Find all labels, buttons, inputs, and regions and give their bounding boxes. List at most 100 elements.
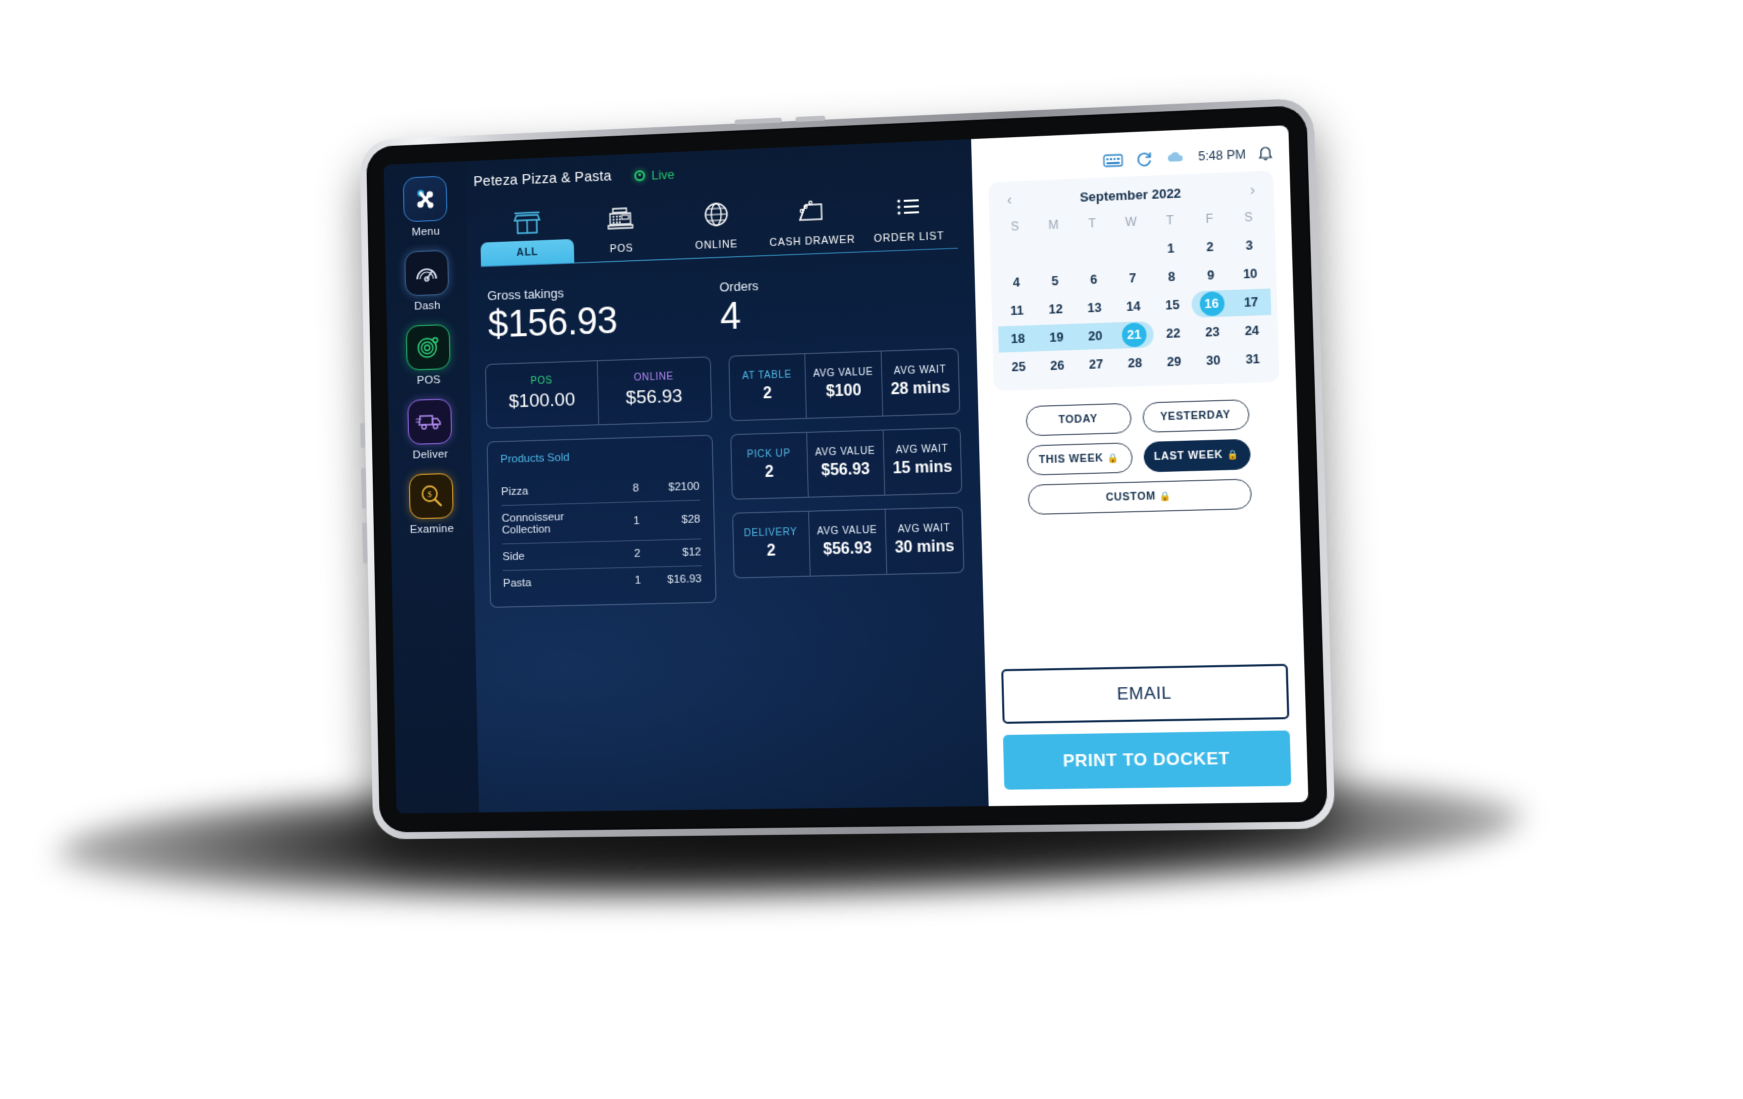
gauge-icon (404, 249, 450, 297)
cloud-icon[interactable] (1165, 150, 1186, 165)
svg-text:$: $ (427, 490, 432, 500)
calendar-blank (1073, 238, 1113, 266)
calendar-day-10[interactable]: 10 (1230, 260, 1270, 288)
chip-label: THIS WEEK (1038, 452, 1104, 467)
calendar-day-22[interactable]: 22 (1153, 320, 1193, 348)
calendar-day-29[interactable]: 29 (1154, 348, 1194, 376)
avg-value: $56.93 (822, 539, 873, 559)
sync-icon[interactable] (1136, 150, 1154, 168)
calendar-day-8[interactable]: 8 (1152, 263, 1192, 291)
calendar-day-26[interactable]: 26 (1038, 352, 1077, 379)
status-badge: Live (651, 166, 675, 183)
avg-value: $100 (825, 381, 862, 401)
calendar-day-12[interactable]: 12 (1036, 296, 1075, 324)
calendar-day-15[interactable]: 15 (1153, 291, 1193, 319)
chip-label: LAST WEEK (1153, 448, 1224, 463)
calendar-day-13[interactable]: 13 (1075, 294, 1115, 322)
lock-icon: 🔒 (1226, 448, 1240, 460)
calendar-day-11[interactable]: 11 (997, 297, 1036, 324)
product-amount: $2100 (668, 480, 700, 494)
sidebar-item-dash[interactable]: Dash (385, 249, 468, 314)
calendar-day-28[interactable]: 28 (1115, 349, 1155, 377)
calendar-day-3[interactable]: 3 (1229, 232, 1269, 260)
chip-custom[interactable]: CUSTOM 🔒 (1027, 478, 1252, 515)
calendar-day-9[interactable]: 9 (1191, 262, 1231, 290)
calendar-day-14[interactable]: 14 (1114, 293, 1154, 321)
keyboard-icon[interactable] (1103, 153, 1124, 168)
delivery-van-icon (407, 398, 453, 445)
calendar-day-5[interactable]: 5 (1035, 267, 1074, 295)
order-type-avg-wait: AVG WAIT 15 mins (882, 427, 962, 495)
store-name: Peteza Pizza & Pasta (473, 168, 612, 191)
calendar-day-23[interactable]: 23 (1193, 318, 1233, 346)
calendar-day-21[interactable]: 21 (1114, 321, 1155, 349)
product-qty: 8 (632, 482, 640, 495)
order-type-avg-value: AVG VALUE $56.93 (807, 509, 887, 576)
tab-all[interactable]: ALL (480, 202, 575, 268)
calendar-day-17[interactable]: 17 (1230, 288, 1272, 317)
avg-wait: 30 mins (894, 537, 955, 557)
calendar-day-1[interactable]: 1 (1151, 235, 1191, 263)
tab-cash-drawer[interactable]: CASH DRAWER (763, 190, 861, 256)
calendar-blank (1112, 236, 1152, 264)
order-type-avg-value: AVG VALUE $100 (803, 351, 883, 418)
kpi-orders: Orders 4 (719, 271, 958, 340)
channel-value: $100.00 (508, 389, 576, 413)
magnifier-dollar-icon: $ (408, 472, 454, 520)
calendar-day-27[interactable]: 27 (1076, 351, 1116, 379)
print-to-docket-button[interactable]: PRINT TO DOCKET (1002, 730, 1292, 790)
product-name: Pizza (500, 485, 529, 498)
chip-today[interactable]: TODAY (1025, 402, 1132, 437)
sidebar-item-menu[interactable]: Menu (384, 175, 467, 240)
tab-pos[interactable]: POS (573, 198, 669, 264)
sidebar-item-deliver[interactable]: Deliver (388, 398, 471, 462)
calendar-day-2[interactable]: 2 (1190, 233, 1230, 261)
avg-wait: 28 mins (890, 379, 951, 398)
product-qty: 2 (634, 547, 641, 560)
chevron-left-icon[interactable]: ‹ (1003, 191, 1017, 209)
chip-yesterday[interactable]: YESTERDAY (1141, 399, 1250, 433)
tab-online[interactable]: ONLINE (668, 194, 765, 260)
tablet-volume-down-button (362, 522, 368, 564)
product-amount: $16.93 (667, 572, 702, 586)
calendar-grid: S M T W T F S 1 2 3 4 5 6 7 8 9 10 11 12 13 14 15 16 17 18 19 20 21… (995, 206, 1273, 380)
order-type-label: AT TABLE (742, 369, 792, 382)
email-button[interactable]: EMAIL (1001, 663, 1290, 724)
sidebar-item-pos[interactable]: POS (387, 323, 470, 387)
kpi-value: $156.93 (487, 300, 618, 347)
calendar-day-24[interactable]: 24 (1232, 317, 1272, 345)
calendar-blank (1034, 239, 1073, 267)
live-status: Live (634, 166, 675, 183)
calendar-dow-5: F (1205, 211, 1214, 226)
calendar-day-16[interactable]: 16 (1191, 289, 1232, 318)
bell-icon[interactable] (1258, 145, 1273, 162)
sidebar-item-label: Dash (414, 299, 441, 313)
sidebar-item-label: Examine (409, 523, 455, 536)
calendar-day-18[interactable]: 18 (998, 325, 1038, 353)
calendar-day-20[interactable]: 20 (1075, 322, 1116, 350)
chip-this-week[interactable]: THIS WEEK 🔒 (1026, 442, 1133, 476)
sidebar-item-examine[interactable]: $ Examine (390, 472, 473, 536)
tablet-volume-up-button (361, 467, 367, 509)
order-type-avg-value: AVG VALUE $56.93 (805, 430, 885, 497)
sidebar-item-label: POS (416, 374, 441, 387)
report-panel: 5:48 PM ‹ September 2022 › S M T W T F S… (971, 125, 1309, 807)
calendar-day-4[interactable]: 4 (997, 269, 1036, 297)
calendar-day-6[interactable]: 6 (1074, 266, 1114, 294)
tab-order-list[interactable]: ORDER LIST (859, 186, 958, 253)
calendar-day-7[interactable]: 7 (1113, 264, 1153, 292)
avg-value-label: AVG VALUE (816, 524, 878, 538)
chevron-right-icon[interactable]: › (1246, 181, 1260, 199)
product-name: Connoisseur Collection (501, 510, 565, 537)
product-name: Side (502, 550, 525, 563)
order-type-value: 2 (766, 542, 776, 560)
live-dot-icon (634, 169, 646, 181)
chip-last-week[interactable]: LAST WEEK 🔒 (1142, 438, 1251, 473)
chip-label: TODAY (1058, 412, 1098, 427)
order-type-card-pick-up: PICK UP 2 AVG VALUE $56.93 AVG WAIT 15 m… (729, 426, 963, 500)
calendar-day-25[interactable]: 25 (999, 353, 1038, 380)
calendar-day-31[interactable]: 31 (1233, 345, 1273, 373)
calendar-day-30[interactable]: 30 (1193, 347, 1233, 375)
calendar-day-19[interactable]: 19 (1036, 323, 1077, 352)
products-sold-title: Products Sold (500, 451, 570, 466)
